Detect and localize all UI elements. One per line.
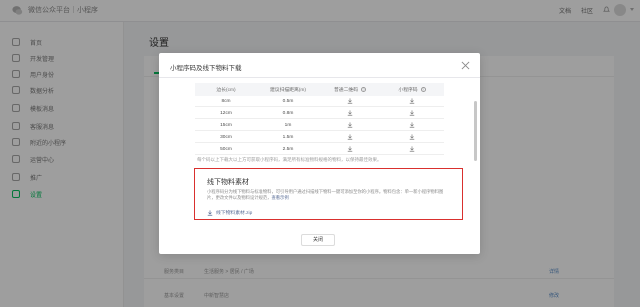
table-cell: 1.5m xyxy=(282,134,294,140)
download-icon[interactable] xyxy=(409,110,415,116)
download-icon xyxy=(207,209,213,216)
download-icon[interactable] xyxy=(409,146,415,152)
column-header: 边长(cm) xyxy=(216,88,236,93)
download-icon[interactable] xyxy=(347,122,353,128)
download-icon[interactable] xyxy=(347,98,353,104)
close-icon[interactable] xyxy=(461,61,470,70)
section-description: 小程序码分为线下物料与标准物料，可引导用户通过扫描线下物料一键可添加至你的小程序… xyxy=(207,189,444,200)
section-title: 线下物料素材 xyxy=(207,179,249,186)
download-icon[interactable] xyxy=(347,134,353,140)
table-note: 每个码以上下载大以上方可获取小程序码，满足所有标准物料规格的物料，以保持最佳效果… xyxy=(197,157,382,162)
table-row: 8cm 0.5m xyxy=(195,96,444,107)
table-row: 12cm 0.8m xyxy=(195,108,444,119)
view-example-link[interactable]: 查看示例 xyxy=(271,195,288,200)
column-header: 建议扫描距离(m) xyxy=(270,88,306,93)
modal-title: 小程序码及线下物料下载 xyxy=(170,65,242,72)
table-cell: 12cm xyxy=(220,110,232,116)
help-icon[interactable]: ? xyxy=(361,87,366,93)
download-icon[interactable] xyxy=(409,98,415,104)
divider xyxy=(159,77,480,78)
table-cell: 8cm xyxy=(221,98,231,104)
table-cell: 15cm xyxy=(220,122,232,128)
table-header: 边长(cm) 建议扫描距离(m) 普通二维码? 小程序码? xyxy=(195,83,444,96)
download-filename: 线下物料素材.zip xyxy=(216,211,253,216)
download-icon[interactable] xyxy=(347,110,353,116)
download-icon[interactable] xyxy=(347,146,353,152)
table-cell: 1m xyxy=(284,122,292,128)
table-cell: 30cm xyxy=(220,134,232,140)
column-header: 小程序码? xyxy=(398,87,426,93)
table-row: 50cm 2.5m xyxy=(195,144,444,155)
close-button[interactable]: 关闭 xyxy=(301,234,335,246)
download-modal: 小程序码及线下物料下载 边长(cm) 建议扫描距离(m) 普通二维码? 小程序码… xyxy=(159,53,480,254)
column-header: 普通二维码? xyxy=(334,87,366,93)
table-cell: 2.5m xyxy=(282,146,294,152)
table-cell: 0.8m xyxy=(282,110,294,116)
scrollbar[interactable] xyxy=(474,101,477,161)
download-icon[interactable] xyxy=(409,134,415,140)
table-row: 30cm 1.5m xyxy=(195,132,444,143)
download-icon[interactable] xyxy=(409,122,415,128)
table-row: 15cm 1m xyxy=(195,120,444,131)
table-cell: 50cm xyxy=(220,146,232,152)
offline-material-section: 线下物料素材 小程序码分为线下物料与标准物料，可引导用户通过扫描线下物料一键可添… xyxy=(194,168,463,220)
material-download-link[interactable]: 线下物料素材.zip xyxy=(207,209,252,216)
help-icon[interactable]: ? xyxy=(420,87,426,93)
table-cell: 0.5m xyxy=(282,98,294,104)
